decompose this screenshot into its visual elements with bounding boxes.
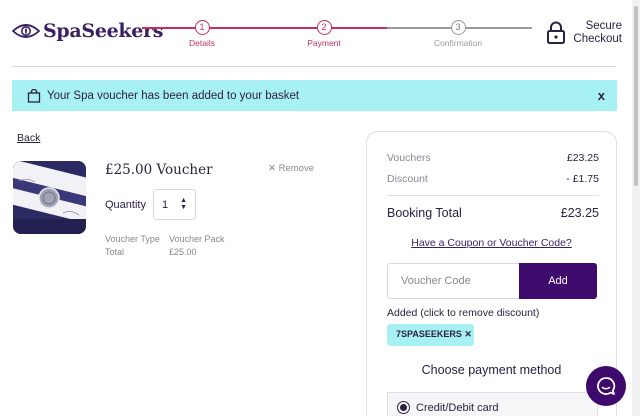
meta-key: Voucher Type — [105, 234, 160, 244]
meta-value: Voucher Pack — [169, 234, 225, 244]
order-summary-panel: Vouchers £23.25 Discount - £1.75 Booking… — [366, 131, 617, 416]
eye-logo-icon — [12, 24, 40, 38]
up-down-chevron-icon: ▲ ▼ — [180, 197, 187, 211]
radio-selected-dot — [400, 404, 407, 411]
voucher-meta: Voucher Type Voucher Pack Total £25.00 — [105, 233, 225, 259]
page-scrollbar[interactable] — [632, 0, 640, 416]
back-link[interactable]: Back — [17, 132, 40, 144]
voucher-title: £25.00 Voucher — [105, 162, 213, 178]
close-alert-button[interactable]: x — [598, 88, 605, 103]
booking-total-value: £23.25 — [560, 206, 599, 220]
radio-button[interactable] — [397, 401, 410, 414]
remove-item-button[interactable]: ✕ Remove — [268, 163, 314, 174]
add-voucher-button[interactable]: Add — [519, 263, 597, 299]
remove-label: Remove — [278, 163, 314, 174]
booking-total-label: Booking Total — [387, 206, 462, 220]
meta-key: Total — [105, 247, 125, 257]
quantity-value: 1 — [162, 199, 169, 211]
chat-button[interactable] — [586, 366, 626, 406]
quantity-label: Quantity — [105, 199, 146, 211]
header-divider — [12, 66, 616, 67]
meta-value: £25.00 — [169, 247, 197, 257]
applied-code-chip[interactable]: 7SPASEEKERS ✕ — [387, 324, 474, 346]
summary-row-vouchers: Vouchers £23.25 — [387, 152, 599, 164]
alert-message: Your Spa voucher has been added to your … — [47, 89, 300, 102]
added-code-hint: Added (click to remove discount) — [387, 307, 540, 319]
quantity-select[interactable]: 1 ▲ ▼ — [153, 189, 196, 220]
close-icon: ✕ — [464, 329, 472, 339]
payment-method-title: Choose payment method — [421, 363, 562, 377]
step-label: Details — [189, 38, 215, 48]
applied-code: 7SPASEEKERS — [396, 329, 462, 339]
step-label: Payment — [307, 38, 341, 48]
step-label: Confirmation — [433, 38, 483, 48]
coupon-code-link[interactable]: Have a Coupon or Voucher Code? — [367, 237, 616, 249]
scrollbar-thumb[interactable] — [634, 6, 638, 186]
step-payment[interactable]: 2 Payment — [279, 18, 369, 48]
summary-label: Vouchers — [387, 152, 431, 164]
checkout-stepper: 1 Details 2 Payment 3 Confirmation — [142, 18, 532, 58]
summary-value: £23.25 — [566, 152, 599, 164]
chat-bubble-icon — [597, 377, 616, 395]
page-header: SpaSeekers 1 Details 2 Payment 3 Confirm… — [0, 0, 632, 66]
summary-row-discount: Discount - £1.75 — [387, 173, 599, 185]
summary-value: - £1.75 — [566, 173, 599, 185]
spaseekers-logo[interactable]: SpaSeekers — [12, 20, 163, 42]
booking-total-row: Booking Total £23.25 — [387, 206, 599, 220]
step-details[interactable]: 1 Details — [157, 18, 247, 48]
meta-row-type: Voucher Type Voucher Pack — [105, 233, 225, 246]
close-icon: ✕ — [268, 163, 276, 174]
summary-divider — [387, 195, 599, 196]
step-number: 2 — [316, 20, 332, 35]
voucher-image — [13, 161, 86, 234]
meta-row-total: Total £25.00 — [105, 246, 225, 259]
voucher-code-input[interactable]: Voucher Code — [387, 263, 520, 299]
step-number: 1 — [194, 20, 210, 35]
secure-checkout: Secure Checkout — [546, 20, 622, 46]
secure-checkout-label: Secure Checkout — [573, 20, 622, 45]
payment-option-card[interactable]: Credit/Debit card — [387, 392, 598, 416]
voucher-pack-photo — [13, 161, 86, 234]
lock-icon — [547, 21, 565, 44]
shopping-bag-icon — [27, 88, 41, 103]
basket-added-alert: Your Spa voucher has been added to your … — [12, 80, 617, 111]
step-number: 3 — [450, 20, 466, 35]
summary-label: Discount — [387, 173, 428, 185]
step-confirmation: 3 Confirmation — [413, 18, 503, 48]
payment-option-label: Credit/Debit card — [416, 401, 499, 414]
